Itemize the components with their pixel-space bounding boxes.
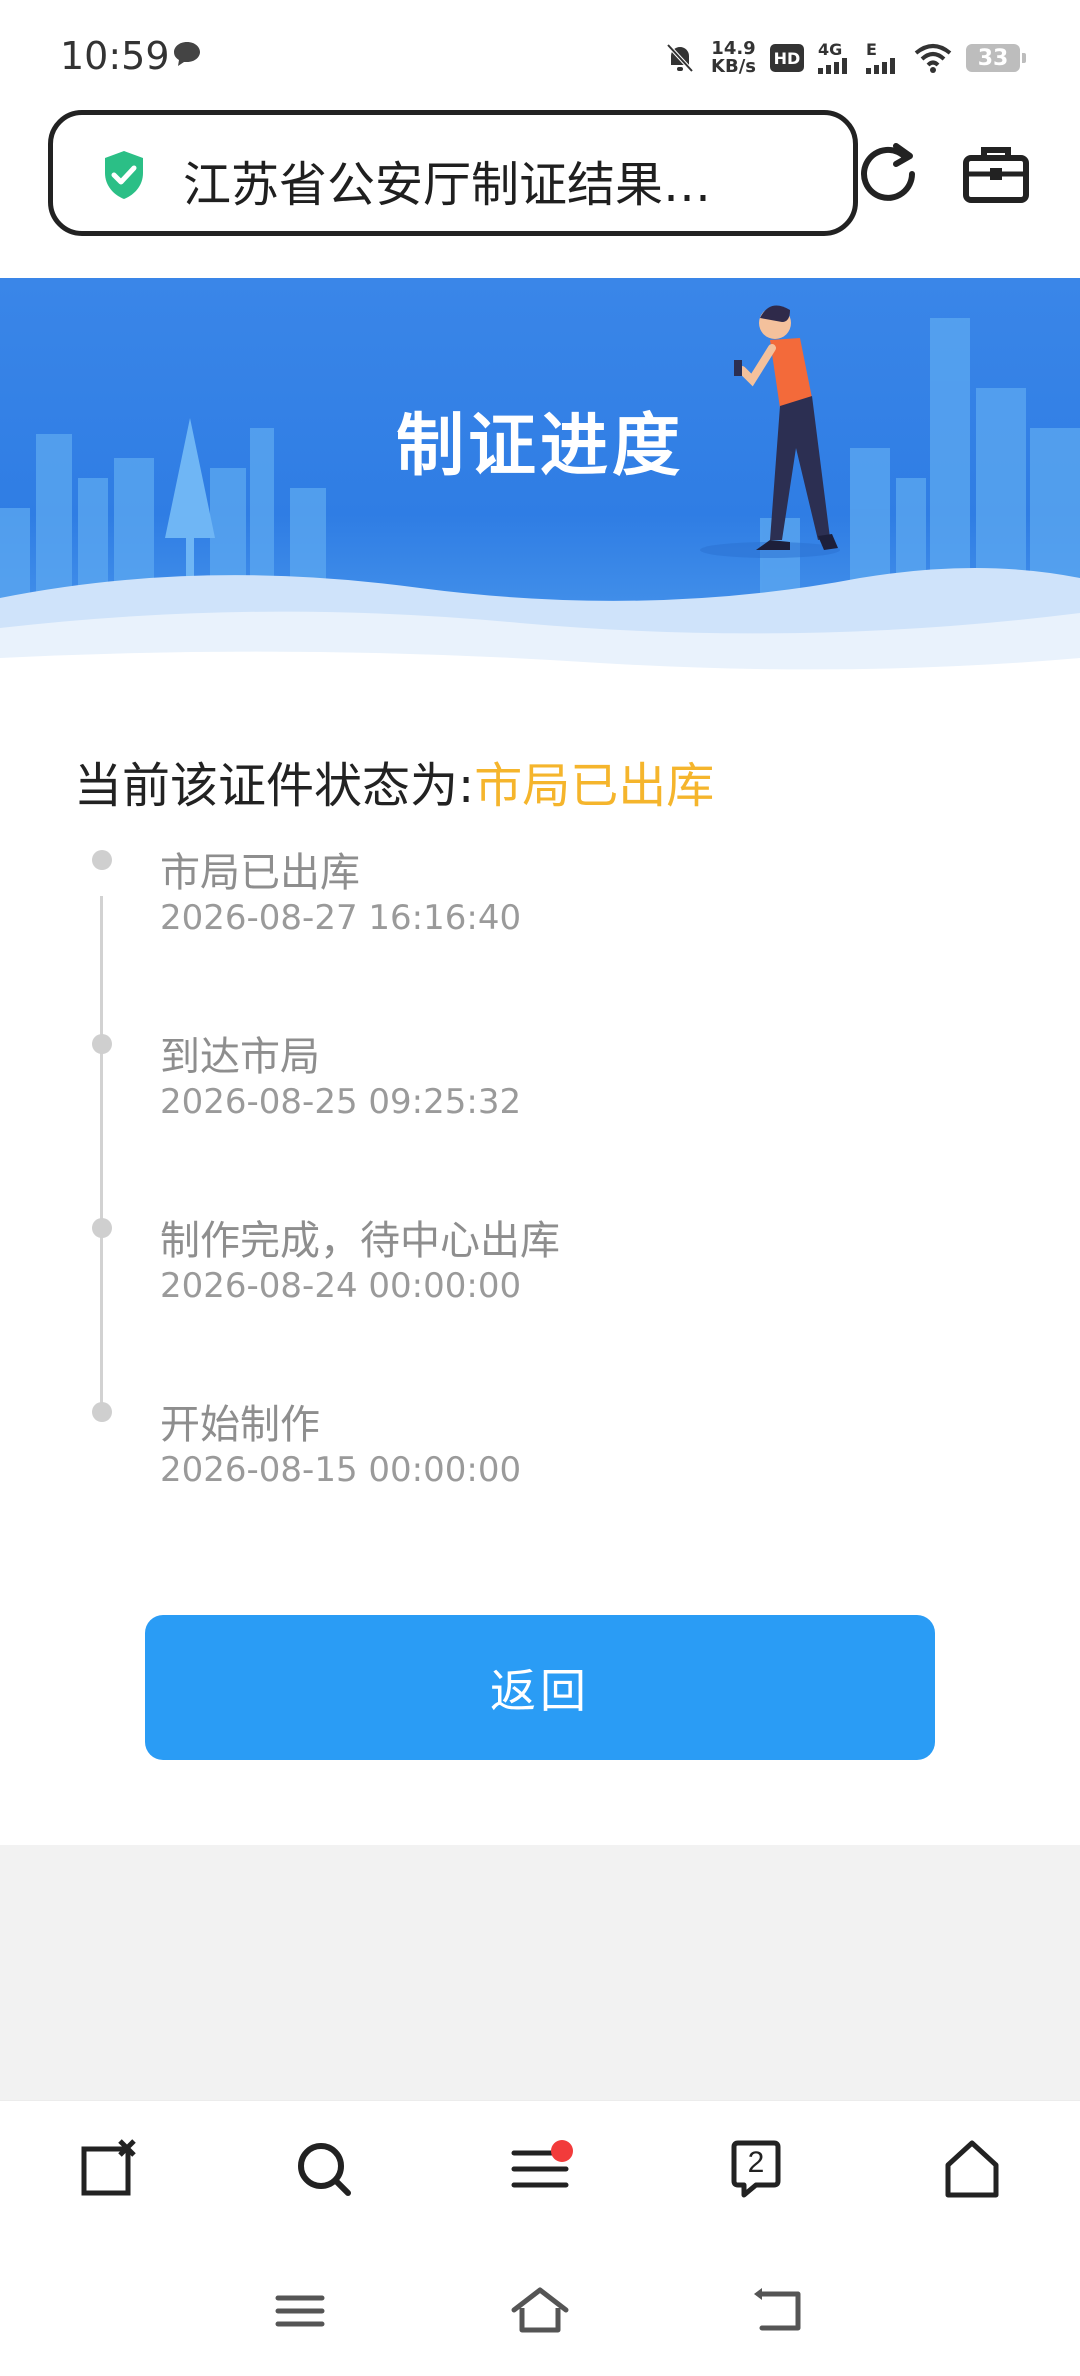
clock: 10:59 (60, 34, 170, 78)
timeline-item-time: 2026-08-27 16:16:40 (160, 898, 522, 938)
secure-shield-icon (105, 151, 143, 199)
banner: 制证进度 (0, 278, 1080, 708)
timeline-item-time: 2026-08-24 00:00:00 (160, 1266, 522, 1306)
timeline-dot (92, 850, 112, 870)
home-nav-icon[interactable] (510, 2286, 570, 2336)
timeline-dot (92, 1034, 112, 1054)
status-heading: 当前该证件状态为:市局已出库 (74, 746, 714, 816)
menu-notification-badge (551, 2140, 573, 2162)
toolbox-icon[interactable] (962, 144, 1030, 204)
net-speed-unit: KB/s (711, 56, 756, 77)
timeline-item-time: 2026-08-15 00:00:00 (160, 1450, 522, 1490)
status-value: 市局已出库 (474, 758, 715, 814)
refresh-icon[interactable] (856, 140, 920, 204)
timeline-item: 制作完成，待中心出库 2026-08-24 00:00:00 (0, 1208, 1080, 1348)
banner-title: 制证进度 (395, 407, 684, 486)
page-footer-area (0, 1845, 1080, 2100)
page-title[interactable]: 江苏省公安厅制证结果… (183, 145, 711, 215)
battery-indicator: 33 (966, 44, 1026, 72)
timeline-item: 开始制作 2026-08-15 00:00:00 (0, 1392, 1080, 1532)
network-4g-label: 4G (818, 40, 843, 59)
timeline-item-title: 制作完成，待中心出库 (160, 1218, 560, 1264)
mute-bell-icon (666, 43, 694, 73)
search-icon[interactable] (292, 2137, 356, 2201)
tab-count: 2 (747, 2146, 765, 2179)
timeline-item-title: 到达市局 (160, 1034, 320, 1080)
home-icon[interactable] (940, 2137, 1004, 2201)
message-icon (174, 42, 200, 66)
banner-illustration (0, 305, 1080, 708)
signal-4g-icon: 4G (818, 42, 852, 74)
timeline-dot (92, 1402, 112, 1422)
return-button[interactable]: 返回 (145, 1615, 935, 1760)
timeline-dot (92, 1218, 112, 1238)
status-bar: 10:59 14.9 KB/s HD 4G E 33 (0, 0, 1080, 110)
status-label: 当前该证件状态为: (74, 758, 475, 814)
system-nav-bar (0, 2250, 1080, 2376)
timeline-item-title: 市局已出库 (160, 850, 360, 896)
timeline-item: 市局已出库 2026-08-27 16:16:40 (0, 840, 1080, 980)
tabs-button[interactable]: 2 (724, 2137, 788, 2201)
close-tab-icon[interactable] (76, 2137, 140, 2201)
timeline-item: 到达市局 2026-08-25 09:25:32 (0, 1024, 1080, 1164)
timeline-item-time: 2026-08-25 09:25:32 (160, 1082, 522, 1122)
signal-e-icon: E (866, 42, 900, 74)
address-bar[interactable]: 江苏省公安厅制证结果… (48, 110, 858, 236)
status-icons: 14.9 KB/s HD 4G E 33 (663, 34, 1026, 82)
wifi-icon (914, 44, 952, 73)
hd-icon: HD (770, 44, 804, 72)
network-e-label: E (866, 40, 877, 59)
recent-apps-icon[interactable] (270, 2286, 330, 2336)
timeline-item-title: 开始制作 (160, 1402, 320, 1448)
back-icon[interactable] (750, 2286, 810, 2336)
browser-toolbar: 2 (0, 2100, 1080, 2251)
net-speed: 14.9 KB/s (711, 40, 756, 76)
